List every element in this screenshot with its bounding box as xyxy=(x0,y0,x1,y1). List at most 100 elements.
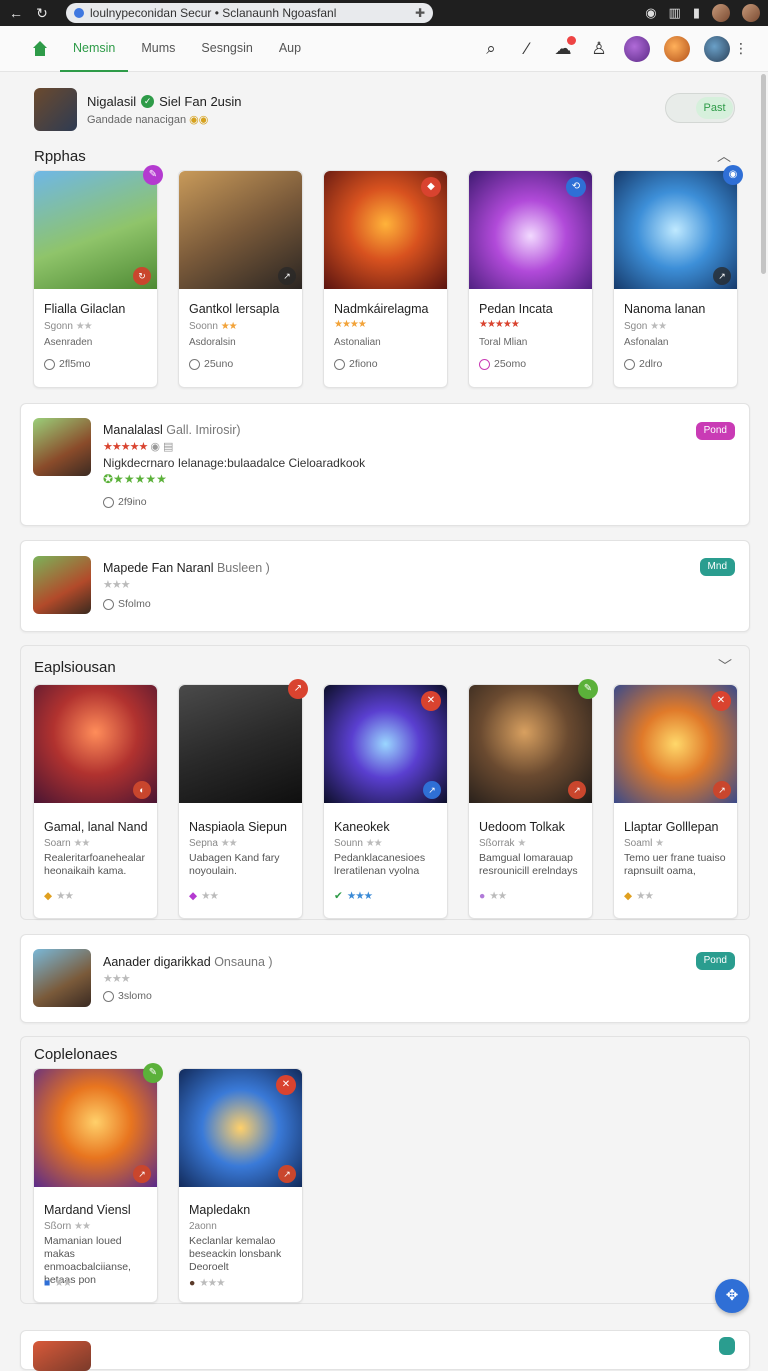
avatar-icon: ● xyxy=(189,1277,196,1289)
game-card[interactable]: ✎ ↻ Flialla Gilaclan Sgonn ★★ Asenraden … xyxy=(33,165,163,388)
card-stars: ★★ xyxy=(220,838,238,849)
expand-icon[interactable]: ﹀ xyxy=(718,656,732,676)
extension-icon[interactable]: ◉ xyxy=(645,5,656,21)
card-stars: ★★★★★ xyxy=(479,319,520,330)
featured-item[interactable]: Aanader digarikkad Onsauna ) ★★★ 3slomo … xyxy=(20,934,750,1023)
game-card[interactable]: ⟲ Pedan Incata ★★★★★ Toral Mlian 25omo xyxy=(468,170,593,388)
game-card[interactable]: ✎ ↗ Mardand Viensl Sßorn ★★ Mamanian lou… xyxy=(33,1063,163,1303)
profile-name[interactable]: Nigalasil xyxy=(87,94,136,109)
badge-icon: ✎ xyxy=(143,1063,163,1083)
item-meta: 3slomo xyxy=(118,990,152,1002)
tab-mums[interactable]: Mums xyxy=(128,26,188,72)
card-stars: ★ xyxy=(517,838,526,849)
card-meta: 25uno xyxy=(204,358,234,370)
game-card[interactable]: ◐ Gamal, lanal Nand Soarn ★★ Realeritarf… xyxy=(33,684,158,919)
card-stars-bottom: ★★ xyxy=(201,890,219,902)
card-title: Pedan Incata xyxy=(479,302,553,316)
home-icon[interactable] xyxy=(32,40,48,57)
card-sub: Sßorn xyxy=(44,1221,72,1232)
search-icon[interactable]: ⌕ xyxy=(480,38,502,60)
avatar-gem[interactable] xyxy=(624,35,650,62)
user-icon[interactable]: ♙ xyxy=(588,38,610,60)
game-card[interactable]: ✕ ↗ Llaptar Golllepan Soaml ★ Temo uer f… xyxy=(613,684,738,919)
badge-icon: ◆ xyxy=(421,177,441,197)
account-avatar[interactable] xyxy=(742,4,760,22)
notification-icon[interactable]: ▮ xyxy=(693,5,700,21)
status-pill[interactable]: Mnd xyxy=(699,558,735,576)
badge-icon: ✎ xyxy=(143,165,163,185)
item-title: Manalalasl xyxy=(103,423,163,437)
edit-icon[interactable]: ⁄ xyxy=(516,38,538,60)
profile-avatar[interactable] xyxy=(712,4,730,22)
card-stars-bottom: ★★ xyxy=(636,890,654,902)
badge-icon: ✕ xyxy=(276,1075,296,1095)
toggle-label: Past xyxy=(696,97,733,119)
comment-icon xyxy=(103,598,114,610)
browser-toolbar: ← ↻ loulnypeconidan Secur • Sclanaunh Ng… xyxy=(0,0,768,26)
card-title: Nanoma lanan xyxy=(624,302,706,316)
more-icon[interactable]: ⋮ xyxy=(734,40,748,57)
status-pill[interactable]: Pond xyxy=(695,422,735,440)
item-stars: ★★★ xyxy=(103,579,131,591)
game-card[interactable]: ✎ ↗ Uedoom Tolkak Sßorrak ★ Bamgual loma… xyxy=(468,679,598,919)
game-card[interactable]: ✕ ↗ Mapledakn 2aonn Keclanlar kemalao be… xyxy=(178,1068,303,1303)
badge-icon: ◉ xyxy=(723,165,743,185)
comment-icon xyxy=(103,990,114,1002)
chat-icon[interactable]: ☁ xyxy=(552,35,576,60)
featured-item[interactable] xyxy=(20,1330,750,1371)
tab-home[interactable]: Nemsin xyxy=(60,26,129,72)
bookmark-icon[interactable]: ✚ xyxy=(415,6,425,20)
card-line: Toral Mlian xyxy=(479,337,528,348)
card-line: Asenraden xyxy=(44,337,93,348)
site-icon xyxy=(74,8,84,18)
past-toggle[interactable]: Past xyxy=(665,93,735,123)
item-stars: ★★★ xyxy=(103,973,131,985)
card-line: Asdoralsin xyxy=(189,337,236,348)
card-desc: Pedanklacanesioes lreratilenan vyolna xyxy=(334,852,426,877)
featured-item[interactable]: Manalalasl Gall. Imirosir) ★★★★★ ◉ ▤ Nig… xyxy=(20,403,750,526)
comment-icon xyxy=(334,358,345,370)
verified-icon: ✓ xyxy=(141,94,155,108)
collapse-icon[interactable]: ︿ xyxy=(717,146,731,166)
reload-icon[interactable]: ↻ xyxy=(34,5,50,22)
featured-item[interactable]: Mapede Fan Naranl Busleen ) ★★★ Sfolmo M… xyxy=(20,540,750,632)
game-card[interactable]: ↗ Gantkol lersapla Soonn ★★ Asdoralsin 2… xyxy=(178,170,303,388)
comment-icon xyxy=(624,358,635,370)
card-title: Mardand Viensl xyxy=(44,1203,131,1217)
card-stars: ★★ xyxy=(650,321,667,332)
app-header: Nemsin Mums Sesngsin Aup ⌕ ⁄ ☁ ♙ ⋮ xyxy=(0,26,768,72)
card-title: Uedoom Tolkak xyxy=(479,820,565,834)
scrollbar[interactable] xyxy=(761,74,766,274)
item-thumbnail xyxy=(33,1341,91,1371)
game-card[interactable]: ↗ Naspiaola Siepun Sepna ★★ Uabagen Kand… xyxy=(178,679,308,919)
status-pill[interactable] xyxy=(719,1337,735,1355)
item-thumbnail xyxy=(33,556,91,614)
address-bar[interactable]: loulnypeconidan Secur • Sclanaunh Ngoasf… xyxy=(66,3,433,23)
avatar-user[interactable] xyxy=(704,35,730,62)
info-icon: ◉ ▤ xyxy=(150,441,174,453)
card-stars-bottom: ★★★ xyxy=(346,890,373,902)
game-card[interactable]: ◉ ↗ Nanoma lanan Sgon ★★ Asfonalan 2dlro xyxy=(613,165,743,388)
avatar-character[interactable] xyxy=(664,35,690,62)
back-icon[interactable]: ← xyxy=(8,5,24,21)
tab-app[interactable]: Aup xyxy=(266,26,314,72)
card-sub: Sounn xyxy=(334,838,363,849)
profile-picture[interactable] xyxy=(34,88,77,131)
tab-settings[interactable]: Sesngsin xyxy=(188,26,265,72)
comment-icon xyxy=(103,496,114,508)
card-title: Llaptar Golllepan xyxy=(624,820,719,834)
card-meta: 2dlro xyxy=(639,358,663,370)
card-stars: ★ xyxy=(655,838,664,849)
card-title: Flialla Gilaclan xyxy=(44,302,126,316)
fab-action-button[interactable]: ✥ xyxy=(715,1279,749,1313)
item-meta: 2f9ino xyxy=(118,496,147,508)
sidebar-icon[interactable]: ▥ xyxy=(669,5,681,21)
card-stars: ★★ xyxy=(74,1221,91,1232)
comment-icon xyxy=(479,358,490,370)
card-stars-bottom: ★★ xyxy=(54,1277,72,1289)
card-title: Mapledakn xyxy=(189,1203,251,1217)
status-pill[interactable]: Pond xyxy=(695,952,735,970)
game-card[interactable]: ◆ Nadmkáirelagma ★★★★ Astonalian 2fiono xyxy=(323,170,448,388)
game-card[interactable]: ✕ ↗ Kaneokek Sounn ★★ Pedanklacanesioes … xyxy=(323,684,448,919)
check-icon: ✔ xyxy=(334,890,343,902)
